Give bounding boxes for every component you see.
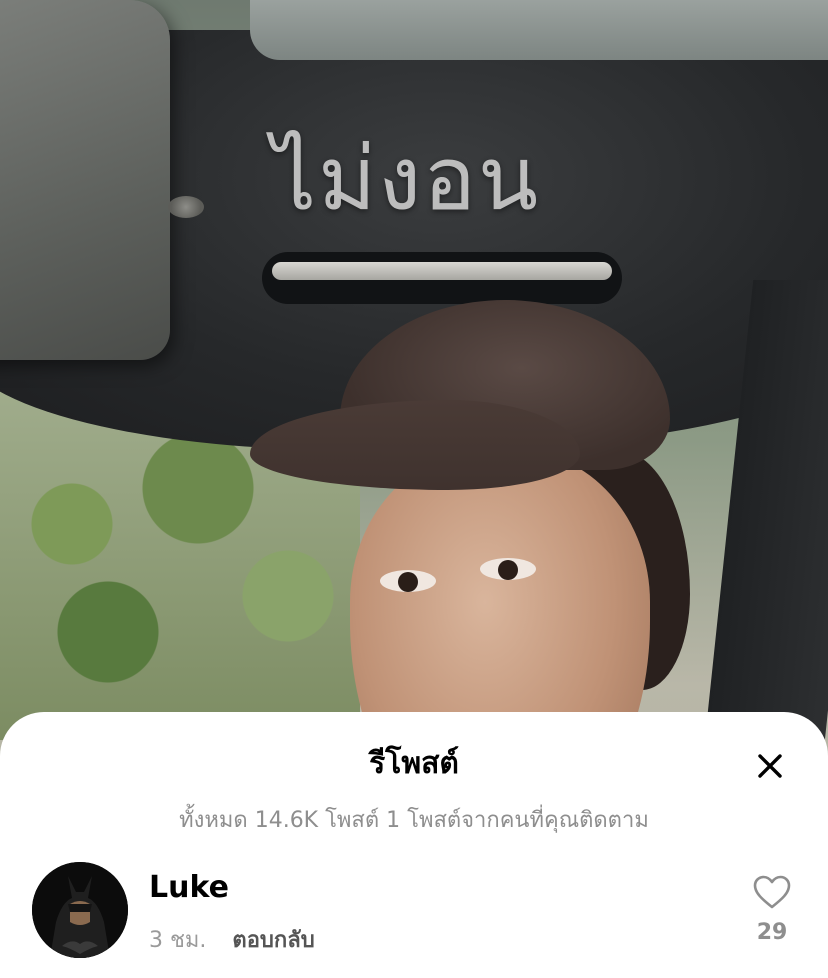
reposts-sheet: รีโพสต์ ทั้งหมด 14.6K โพสต์ 1 โพสต์จากคน…	[0, 712, 828, 978]
repost-list-item[interactable]: Luke 3 ชม. ตอบกลับ 29	[32, 862, 792, 962]
app-screen: ไม่งอน รีโพสต์ ทั้งหมด 14.6K โพสต์ 1 โพส…	[0, 0, 828, 978]
like-control[interactable]: 29	[752, 874, 792, 945]
car-sunroof	[250, 0, 828, 60]
batman-avatar-icon	[32, 862, 128, 958]
timestamp: 3 ชม.	[149, 928, 207, 953]
like-count: 29	[756, 920, 788, 945]
username[interactable]: Luke	[149, 870, 229, 905]
close-button[interactable]	[752, 748, 788, 784]
sheet-header: รีโพสต์	[0, 712, 828, 802]
repost-count-summary: ทั้งหมด 14.6K โพสต์ 1 โพสต์จากคนที่คุณติ…	[179, 808, 649, 833]
video-overlay-text: ไม่งอน	[271, 127, 541, 230]
grab-handle	[262, 252, 622, 304]
reply-button[interactable]: ตอบกลับ	[232, 922, 314, 957]
cap-brim	[250, 400, 580, 490]
close-icon[interactable]	[752, 748, 788, 784]
repost-meta: 3 ชม. ตอบกลับ	[149, 922, 315, 957]
avatar[interactable]	[32, 862, 128, 958]
left-eye	[380, 570, 436, 592]
heart-icon[interactable]	[752, 874, 792, 910]
right-eye	[480, 558, 536, 580]
sheet-title: รีโพสต์	[369, 746, 459, 781]
